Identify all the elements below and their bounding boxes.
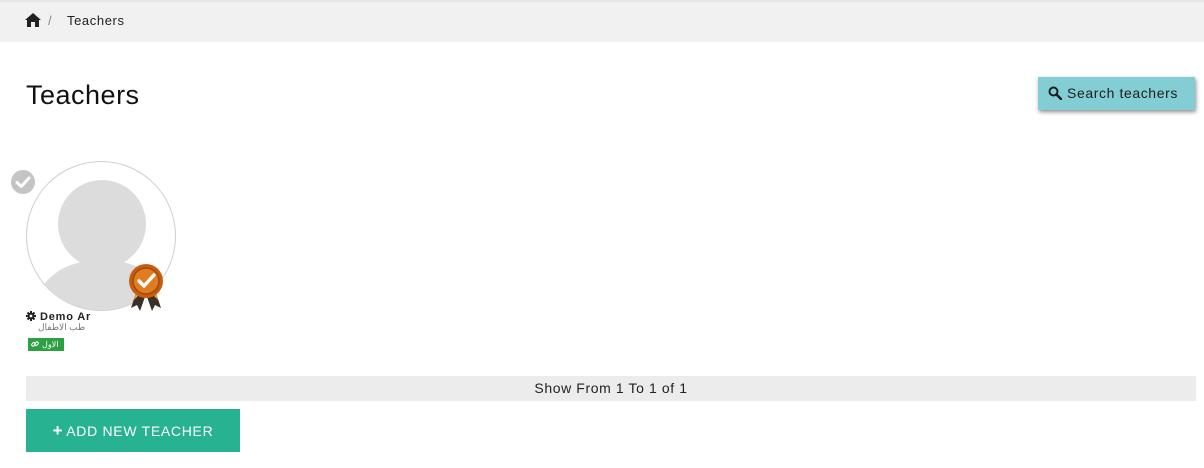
pagination-info: Show From 1 To 1 of 1 — [26, 376, 1196, 401]
search-icon — [1048, 86, 1062, 100]
teacher-tag-label: الاول — [42, 340, 59, 349]
breadcrumb-current: Teachers — [67, 13, 125, 28]
check-circle-icon — [11, 170, 35, 194]
link-icon — [31, 341, 39, 347]
page-title: Teachers — [26, 80, 140, 110]
teacher-specialty: طب الاطفال — [38, 322, 86, 332]
search-teachers-label: Search teachers — [1067, 85, 1178, 101]
breadcrumb-separator: / — [48, 13, 52, 28]
add-new-teacher-button[interactable]: + ADD NEW TEACHER — [26, 409, 240, 452]
teacher-tag[interactable]: الاول — [28, 338, 64, 351]
gear-icon[interactable] — [26, 311, 36, 321]
plus-icon: + — [52, 420, 64, 440]
add-new-teacher-label: ADD NEW TEACHER — [66, 422, 214, 439]
home-icon[interactable] — [25, 13, 41, 27]
breadcrumb: / Teachers — [0, 0, 1204, 42]
search-teachers-button[interactable]: Search teachers — [1038, 77, 1195, 110]
award-medal-icon — [129, 264, 163, 311]
